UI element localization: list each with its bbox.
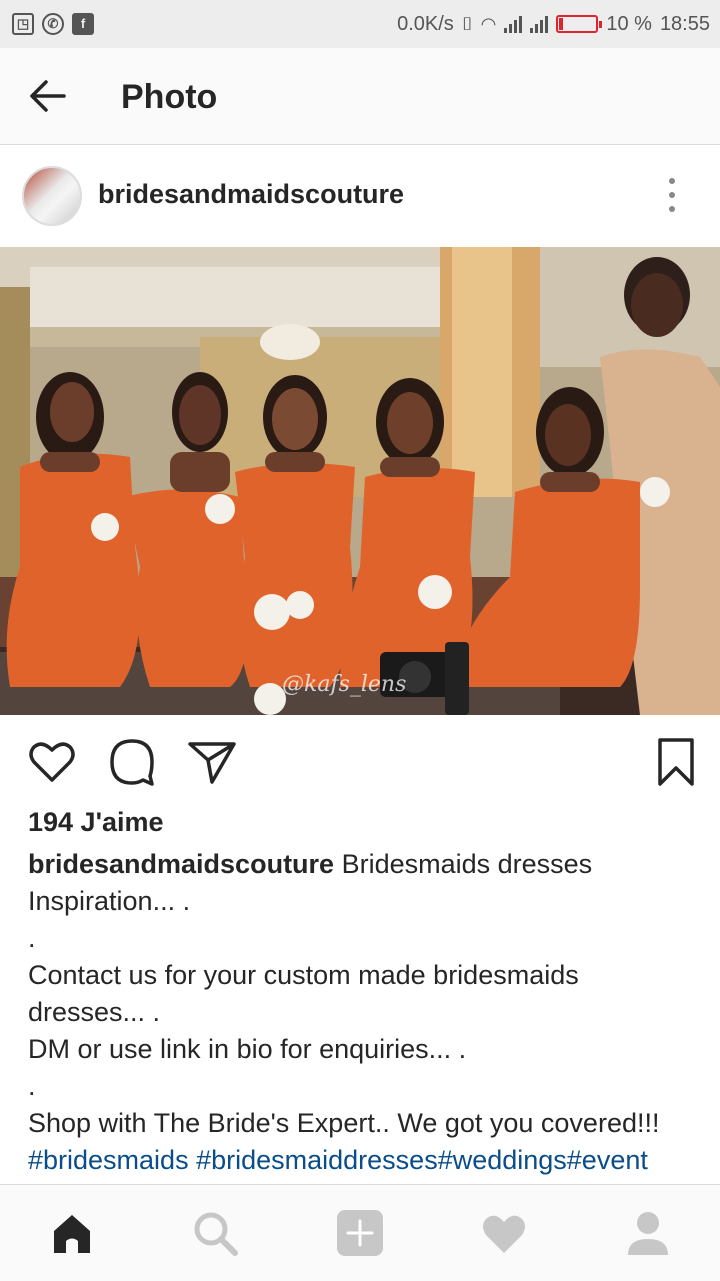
vibrate-icon: ⌷ bbox=[461, 13, 473, 34]
facebook-icon: f bbox=[72, 13, 94, 35]
page-title: Photo bbox=[121, 78, 218, 116]
caption-line-3: . bbox=[28, 923, 36, 953]
post-actions bbox=[0, 736, 720, 792]
battery-percent: 10 % bbox=[606, 12, 652, 35]
caption-username[interactable]: bridesandmaidscouture bbox=[28, 849, 334, 879]
net-speed: 0.0K/s bbox=[397, 12, 454, 35]
avatar[interactable] bbox=[22, 166, 82, 226]
home-icon[interactable] bbox=[48, 1209, 96, 1257]
comment-icon[interactable] bbox=[106, 736, 158, 788]
post-photo[interactable]: @kafs_lens bbox=[0, 247, 720, 715]
whatsapp-icon: ✆ bbox=[42, 13, 64, 35]
activity-heart-icon[interactable] bbox=[480, 1209, 528, 1257]
caption-line-5: dresses... . bbox=[28, 997, 161, 1027]
add-post-icon[interactable] bbox=[336, 1209, 384, 1257]
signal-icon bbox=[504, 15, 523, 33]
bookmark-icon[interactable] bbox=[650, 736, 702, 788]
post-caption: bridesandmaidscouture Bridesmaids dresse… bbox=[28, 846, 698, 1179]
back-arrow-icon[interactable] bbox=[28, 78, 68, 114]
more-options-icon[interactable] bbox=[666, 178, 678, 212]
profile-icon[interactable] bbox=[624, 1209, 672, 1257]
bottom-nav bbox=[0, 1184, 720, 1281]
caption-line-1: Bridesmaids dresses bbox=[334, 849, 593, 879]
caption-line-8: Shop with The Bride's Expert.. We got yo… bbox=[28, 1108, 660, 1138]
screen-cast-icon: ◳ bbox=[12, 13, 34, 35]
clock: 18:55 bbox=[659, 12, 710, 35]
signal-icon-2 bbox=[530, 15, 549, 33]
likes-count[interactable]: 194 J'aime bbox=[28, 807, 164, 838]
battery-icon bbox=[556, 15, 603, 33]
photo-illustration bbox=[0, 247, 720, 715]
caption-line-7: . bbox=[28, 1071, 36, 1101]
status-bar: ◳ ✆ f 0.0K/s ⌷ ◠ 10 % 18:55 bbox=[0, 0, 720, 48]
post-header: bridesandmaidscouture bbox=[0, 146, 720, 246]
photo-watermark: @kafs_lens bbox=[282, 672, 407, 697]
share-send-icon[interactable] bbox=[186, 736, 238, 788]
caption-line-4: Contact us for your custom made bridesma… bbox=[28, 960, 579, 990]
search-icon[interactable] bbox=[191, 1209, 239, 1257]
top-bar: Photo bbox=[0, 48, 720, 145]
wifi-icon: ◠ bbox=[480, 13, 497, 34]
caption-hashtags[interactable]: #bridesmaids #bridesmaiddresses#weddings… bbox=[28, 1142, 698, 1179]
caption-line-2: Inspiration... . bbox=[28, 886, 191, 916]
post-username[interactable]: bridesandmaidscouture bbox=[98, 179, 404, 210]
caption-line-6: DM or use link in bio for enquiries... . bbox=[28, 1034, 467, 1064]
like-heart-icon[interactable] bbox=[26, 736, 78, 788]
